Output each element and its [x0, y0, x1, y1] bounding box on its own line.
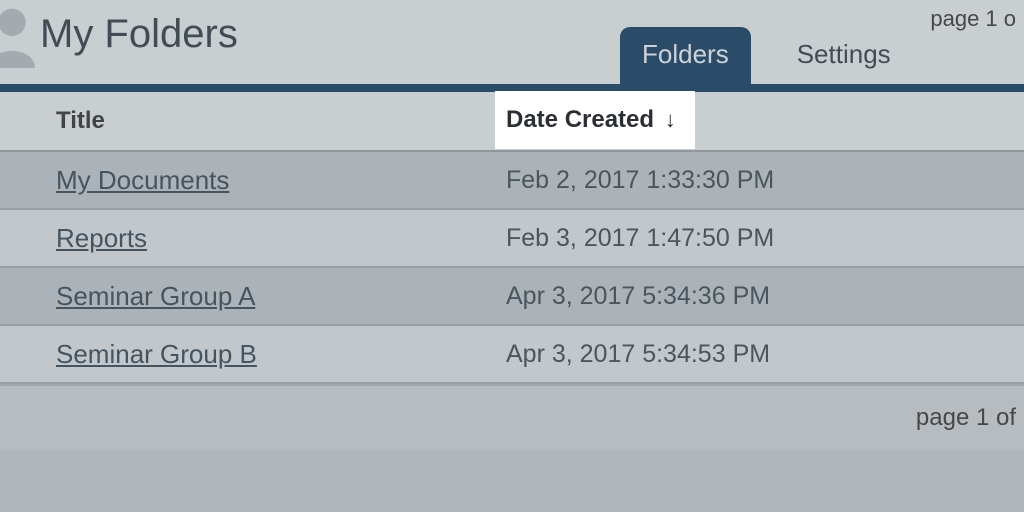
- date-created-value: Apr 3, 2017 5:34:36 PM: [506, 282, 770, 310]
- user-icon: [0, 4, 40, 68]
- folder-link[interactable]: Seminar Group A: [56, 281, 255, 311]
- pagination-bottom: page 1 of: [916, 404, 1016, 432]
- tab-bar: Folders Settings: [620, 26, 937, 84]
- table-footer: page 1 of: [0, 384, 1024, 450]
- tab-folders[interactable]: Folders: [620, 27, 751, 84]
- folders-table: Title Date Created ↓ My Documents Feb 2,…: [0, 92, 1024, 384]
- date-created-value: Feb 3, 2017 1:47:50 PM: [506, 224, 774, 252]
- tab-settings[interactable]: Settings: [775, 27, 913, 84]
- folder-link[interactable]: Reports: [56, 223, 147, 253]
- page-title: My Folders: [40, 12, 238, 57]
- column-header-date-created[interactable]: Date Created ↓: [500, 94, 1024, 148]
- folder-link[interactable]: My Documents: [56, 165, 229, 195]
- table-row: Seminar Group B Apr 3, 2017 5:34:53 PM: [0, 326, 1024, 384]
- sort-descending-icon: ↓: [665, 107, 676, 132]
- table-header-row: Title Date Created ↓: [0, 92, 1024, 152]
- date-created-value: Apr 3, 2017 5:34:53 PM: [506, 340, 770, 368]
- page-root: My Folders page 1 o Folders Settings Tit…: [0, 0, 1024, 512]
- folder-link[interactable]: Seminar Group B: [56, 339, 257, 369]
- table-row: Reports Feb 3, 2017 1:47:50 PM: [0, 210, 1024, 268]
- date-created-value: Feb 2, 2017 1:33:30 PM: [506, 166, 774, 194]
- table-row: My Documents Feb 2, 2017 1:33:30 PM: [0, 152, 1024, 210]
- pagination-top: page 1 o: [930, 6, 1016, 32]
- table-row: Seminar Group A Apr 3, 2017 5:34:36 PM: [0, 268, 1024, 326]
- column-header-date-created-label: Date Created: [506, 106, 654, 133]
- column-header-title[interactable]: Title: [0, 107, 500, 135]
- page-header: My Folders page 1 o Folders Settings: [0, 0, 1024, 92]
